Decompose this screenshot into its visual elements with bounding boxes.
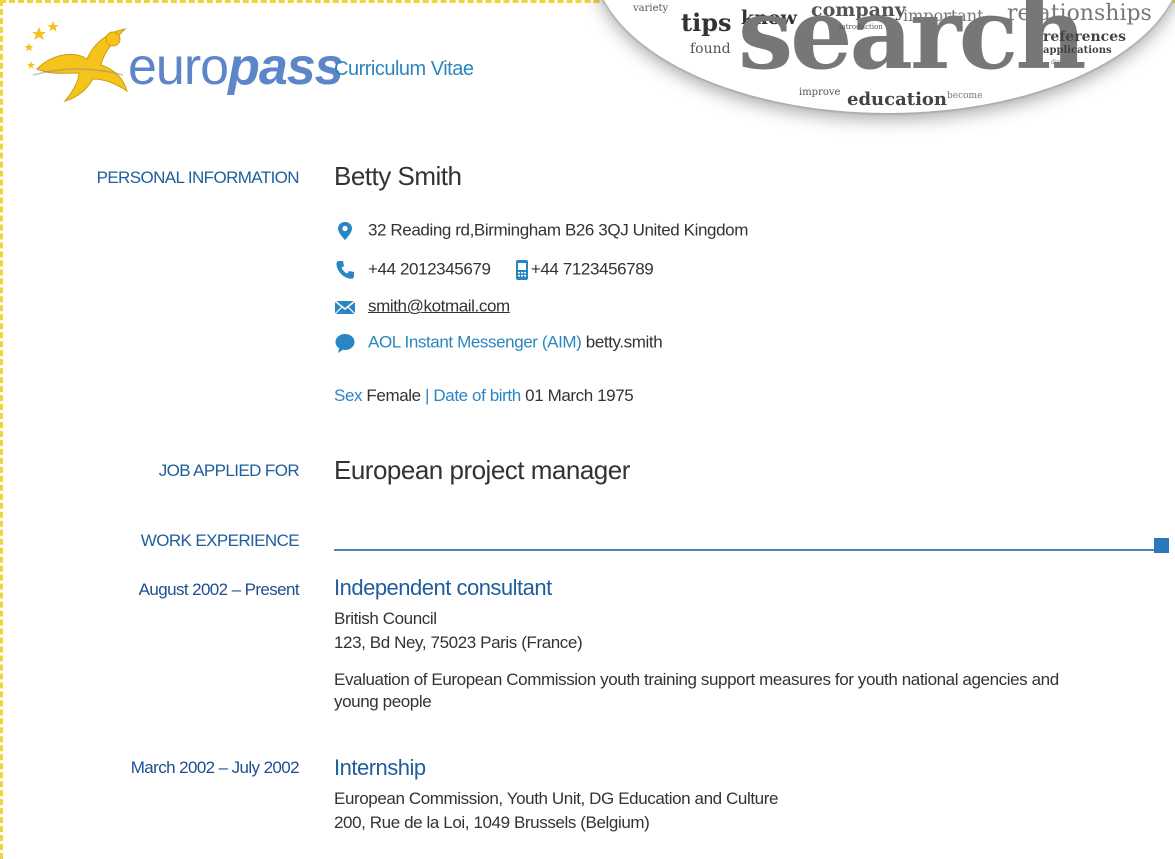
im-handle: betty.smith	[585, 332, 663, 352]
document-title: Curriculum Vitae	[334, 58, 474, 80]
experience-dates: March 2002 – July 2002	[130, 758, 300, 777]
experience-role: Internship	[334, 755, 426, 780]
cloud-word-search: search	[738, 0, 1087, 92]
experience-description: Evaluation of European Commission youth …	[334, 670, 1059, 711]
experience-dates: August 2002 – Present	[138, 580, 300, 599]
address-text: 32 Reading rd,Birmingham B26 3QJ United …	[368, 220, 748, 240]
sex-value: Female	[366, 386, 421, 405]
logo-text-regular: euro	[128, 38, 229, 96]
section-label-personal-information: PERSONAL INFORMATION	[96, 168, 300, 187]
experience-address: 200, Rue de la Loi, 1049 Brussels (Belgi…	[334, 813, 650, 832]
phone-number: +44 2012345679	[368, 259, 491, 279]
email-link[interactable]: smith@kotmail.com	[368, 296, 510, 315]
dob-value: 01 March 1975	[525, 386, 634, 405]
word-cloud-overlay: variety tips know company meet important…	[593, 0, 1175, 113]
cloud-word: become	[947, 91, 983, 101]
experience-role: Independent consultant	[334, 575, 552, 600]
sex-dob-row: Sex Female | Date of birth 01 March 1975	[334, 386, 634, 406]
experience-employer: British Council	[334, 609, 437, 628]
europass-wordmark: europass	[128, 37, 344, 97]
phone-row: +44 2012345679 +44 7123456789	[334, 259, 654, 281]
cloud-word: references	[1043, 29, 1126, 45]
section-label-work-experience: WORK EXPERIENCE	[140, 531, 300, 550]
address-row: 32 Reading rd,Birmingham B26 3QJ United …	[334, 220, 748, 242]
cloud-word: variety	[633, 3, 669, 14]
cloud-word: applications	[1043, 45, 1112, 56]
chat-bubble-icon	[335, 334, 355, 353]
experience-employer: European Commission, Youth Unit, DG Educ…	[334, 789, 779, 808]
cv-page: europass Curriculum Vitae variety tips k…	[0, 0, 1175, 859]
email-row: smith@kotmail.com	[334, 296, 510, 318]
instant-messenger-row: AOL Instant Messenger (AIM) betty.smith	[334, 332, 663, 354]
cloud-word: direct	[1051, 59, 1069, 66]
im-service: AOL Instant Messenger (AIM)	[368, 332, 582, 352]
phone-icon	[336, 261, 354, 279]
europass-star-figure-icon	[24, 21, 128, 102]
cloud-word: education	[847, 89, 947, 110]
candidate-name: Betty Smith	[334, 161, 462, 191]
mobile-number: +44 7123456789	[530, 259, 654, 279]
cloud-word: found	[690, 41, 731, 57]
experience-address: 123, Bd Ney, 75023 Paris (France)	[334, 633, 583, 652]
mobile-phone-icon	[515, 260, 528, 280]
separator: |	[425, 386, 430, 405]
logo-text-bold: pass	[228, 38, 344, 96]
section-divider	[334, 549, 1154, 551]
location-pin-icon	[338, 222, 352, 240]
sex-label: Sex	[334, 386, 363, 405]
envelope-icon	[334, 300, 356, 315]
section-divider-marker	[1154, 538, 1169, 553]
job-applied-value: European project manager	[334, 455, 630, 485]
cloud-word: improve	[799, 87, 841, 98]
cloud-word: tips	[681, 8, 732, 37]
cloud-word: introduction	[839, 23, 883, 31]
section-label-job-applied: JOB APPLIED FOR	[158, 461, 300, 480]
dob-label: Date of birth	[433, 386, 521, 405]
europass-logo: europass	[23, 17, 344, 107]
